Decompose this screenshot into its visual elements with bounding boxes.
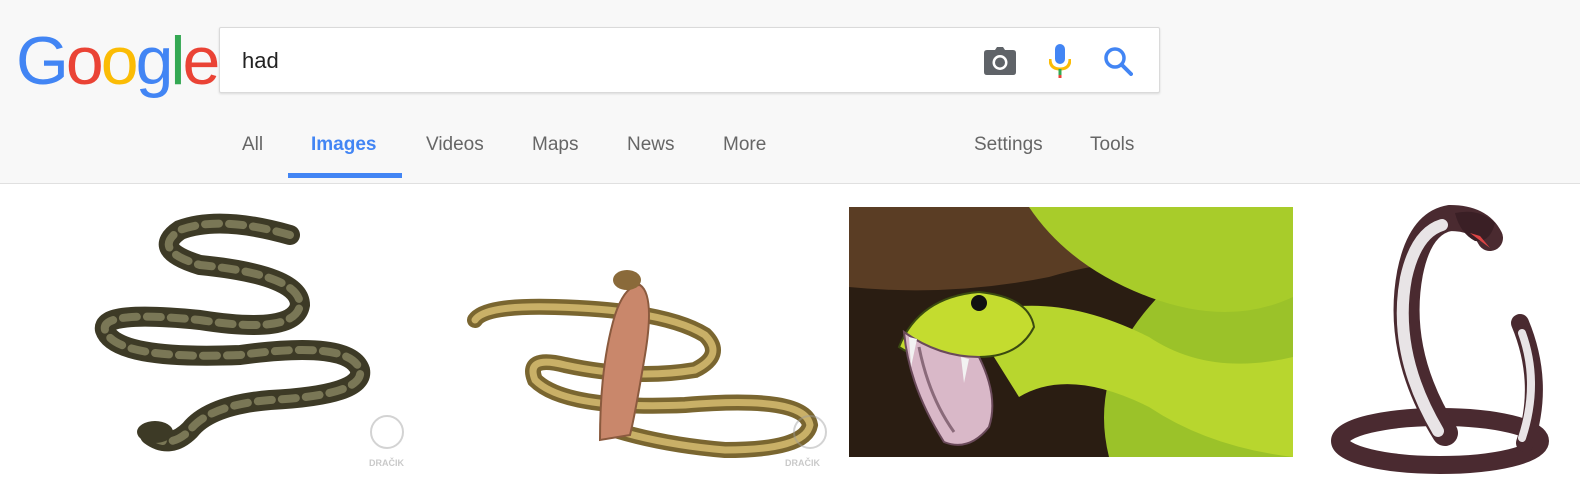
svg-text:DRAČIK: DRAČIK (369, 457, 404, 468)
logo-letter-o2: o (100, 23, 139, 99)
search-input[interactable] (242, 40, 942, 82)
green-viper-image (849, 207, 1293, 457)
logo-letter-e: e (182, 23, 221, 99)
search-tabs: All Images Videos Maps News More Setting… (0, 120, 1580, 184)
camera-icon[interactable] (982, 43, 1018, 79)
search-box (219, 27, 1160, 93)
logo-letter-l: l (170, 23, 185, 99)
image-result-1[interactable]: DRAČIK (90, 210, 420, 470)
settings-link[interactable]: Settings (974, 120, 1043, 178)
cobra-image: DRAČIK (467, 270, 827, 468)
tab-images[interactable]: Images (311, 120, 376, 178)
image-result-3[interactable] (849, 207, 1293, 457)
tools-link[interactable]: Tools (1090, 120, 1134, 178)
svg-text:DRAČIK: DRAČIK (785, 457, 820, 468)
active-tab-indicator (288, 173, 402, 178)
tab-all[interactable]: All (242, 120, 263, 178)
image-result-2[interactable]: DRAČIK (465, 245, 835, 470)
image-results: DRAČIK DRAČIK (0, 185, 1580, 480)
tab-maps[interactable]: Maps (532, 120, 578, 178)
logo-letter-g2: g (135, 23, 174, 99)
tab-more[interactable]: More (723, 120, 766, 178)
black-cobra-image (1331, 204, 1549, 474)
image-result-4[interactable] (1330, 203, 1580, 475)
microphone-icon[interactable] (1042, 43, 1078, 79)
tab-videos[interactable]: Videos (426, 120, 484, 178)
header: G o o g l e had All Images Videos Maps N… (0, 0, 1580, 184)
logo-letter-g: G (16, 23, 69, 99)
search-icon[interactable] (1100, 43, 1136, 79)
snake-image: DRAČIK (94, 213, 404, 468)
logo-letter-o1: o (65, 23, 104, 99)
tab-news[interactable]: News (627, 120, 675, 178)
watermark-logo: DRAČIK (369, 415, 404, 468)
google-logo[interactable]: G o o g l e (16, 23, 221, 99)
